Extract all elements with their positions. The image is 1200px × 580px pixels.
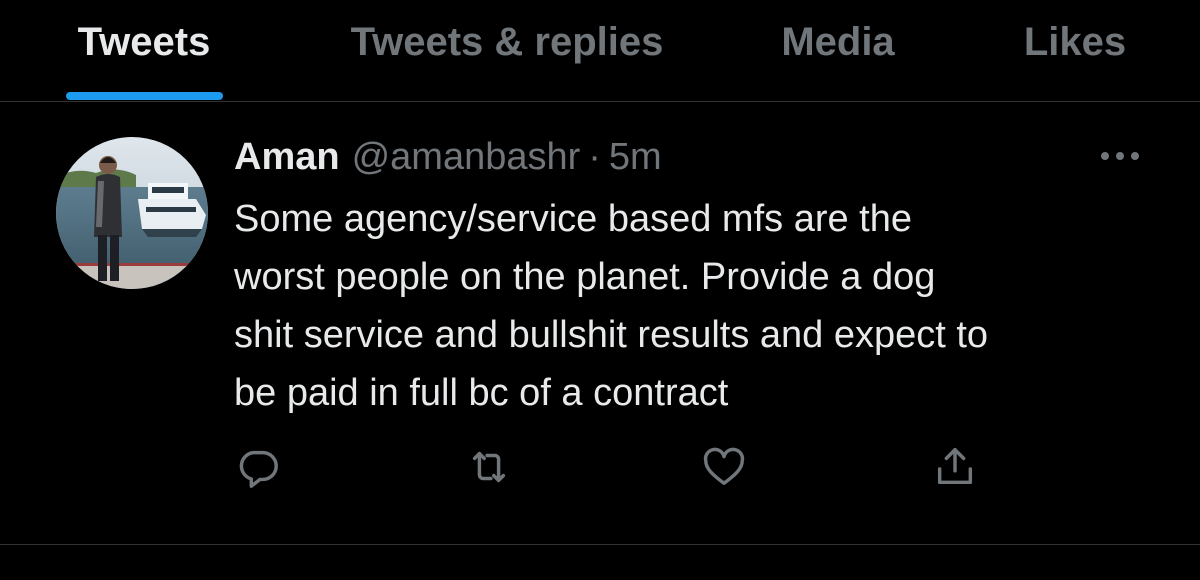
profile-timeline: Tweets Tweets & replies Media Likes Aman… <box>0 0 1200 580</box>
timestamp[interactable]: 5m <box>609 134 662 180</box>
tab-tweets-and-replies[interactable]: Tweets & replies <box>351 18 664 66</box>
more-options-icon[interactable] <box>1096 144 1144 168</box>
heart-icon <box>703 447 745 486</box>
profile-tabs: Tweets Tweets & replies Media Likes <box>0 0 1200 102</box>
avatar[interactable] <box>56 137 208 289</box>
author-name[interactable]: Aman <box>234 134 340 180</box>
tabs-divider <box>0 101 1200 102</box>
retweet-button[interactable] <box>466 444 512 490</box>
separator-dot: · <box>588 136 601 178</box>
tweet-text: Some agency/service based mfs are the wo… <box>234 198 989 414</box>
tweet-header: Aman @amanbashr · 5m <box>234 134 662 180</box>
tab-likes[interactable]: Likes <box>1024 18 1126 66</box>
author-handle[interactable]: @amanbashr <box>352 134 581 180</box>
share-icon <box>937 448 973 485</box>
tab-tweets[interactable]: Tweets <box>78 18 211 66</box>
active-tab-indicator <box>66 92 223 100</box>
reply-icon <box>239 450 278 488</box>
reply-button[interactable] <box>235 444 281 490</box>
share-button[interactable] <box>932 444 978 490</box>
retweet-icon <box>472 451 506 483</box>
tab-media[interactable]: Media <box>781 18 894 66</box>
tweet-divider <box>0 544 1200 545</box>
like-button[interactable] <box>701 444 747 490</box>
